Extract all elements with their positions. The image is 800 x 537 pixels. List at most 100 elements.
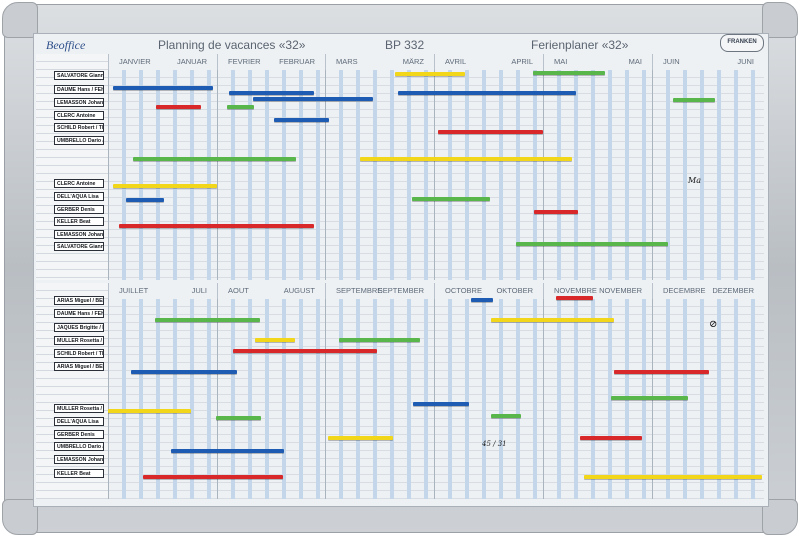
month-name-fr: MARS	[336, 57, 358, 66]
employee-name-card[interactable]: JAQUES Brigitte / LOMBARDO Pia	[54, 323, 104, 332]
month-name-de: APRIL	[511, 57, 533, 66]
red-vacation-marker[interactable]	[556, 296, 593, 300]
green-vacation-marker[interactable]	[533, 71, 605, 75]
yellow-vacation-marker[interactable]	[108, 409, 191, 413]
month-calendar-grid	[434, 70, 543, 280]
employee-name-card[interactable]: LEMASSON Johan	[54, 230, 104, 239]
blue-vacation-marker[interactable]	[229, 91, 314, 95]
employee-name-card[interactable]: UMBRELLO Dario / ZAUGG Céline	[54, 442, 104, 451]
month-name-de: MAI	[628, 57, 642, 66]
month-calendar-grid	[108, 299, 217, 499]
yellow-vacation-marker[interactable]	[113, 184, 217, 188]
manufacturer-logo: FRANKEN	[720, 34, 764, 52]
month-name-fr: JUILLET	[119, 286, 149, 295]
employee-name-card[interactable]: CLERC Antoine	[54, 111, 104, 120]
month-name-fr: AVRIL	[445, 57, 467, 66]
month-name-fr: NOVEMBRE	[554, 286, 597, 295]
employee-name-card[interactable]: SCHILD Robert / THIEL André	[54, 123, 104, 132]
month-calendar-grid	[543, 70, 652, 280]
month-calendar-grid	[325, 70, 434, 280]
employee-name-card[interactable]: GERBER Denis	[54, 430, 104, 439]
employee-name-card[interactable]: UMBRELLO Dario / ZAUGG Céline	[54, 136, 104, 145]
month-name-de: AUGUST	[283, 286, 315, 295]
blue-vacation-marker[interactable]	[113, 86, 213, 90]
board-title-fr: Planning de vacances «32»	[158, 38, 306, 52]
green-vacation-marker[interactable]	[412, 197, 490, 201]
month-name-de: OKTOBER	[496, 286, 533, 295]
green-vacation-marker[interactable]	[516, 242, 668, 246]
month-header: JUIN JUNI	[652, 54, 764, 70]
month-header: FEVRIER FEBRUAR	[217, 54, 325, 70]
month-calendar-grid	[217, 70, 325, 280]
handwritten-note: Ma	[688, 176, 701, 185]
red-vacation-marker[interactable]	[143, 475, 283, 479]
red-vacation-marker[interactable]	[119, 224, 314, 228]
month-header: AVRIL APRIL	[434, 54, 543, 70]
red-vacation-marker[interactable]	[438, 130, 543, 134]
employee-name-card[interactable]: KELLER Beat	[54, 217, 104, 226]
yellow-vacation-marker[interactable]	[491, 318, 614, 322]
green-vacation-marker[interactable]	[673, 98, 715, 102]
employee-name-card[interactable]: KELLER Beat	[54, 469, 104, 478]
board-title-de: Ferienplaner «32»	[531, 38, 629, 52]
month-name-de: NOVEMBER	[599, 286, 642, 295]
employee-name-card[interactable]: SALVATORE Gianni	[54, 71, 104, 80]
blue-vacation-marker[interactable]	[471, 298, 493, 302]
employee-name-card[interactable]: DELL'AQUA Lisa	[54, 417, 104, 426]
red-vacation-marker[interactable]	[156, 105, 201, 109]
employee-name-card[interactable]: SALVATORE Gianni	[54, 242, 104, 251]
employee-name-card[interactable]: DAUME Hans / FEHR Anita	[54, 85, 104, 94]
red-vacation-marker[interactable]	[534, 210, 578, 214]
yellow-vacation-marker[interactable]	[395, 72, 465, 76]
month-name-fr: OCTOBRE	[445, 286, 482, 295]
blue-vacation-marker[interactable]	[413, 402, 469, 406]
month-header: JUILLET JULI	[108, 283, 217, 299]
blue-vacation-marker[interactable]	[126, 198, 164, 202]
blue-vacation-marker[interactable]	[171, 449, 284, 453]
month-header: OCTOBRE OKTOBER	[434, 283, 543, 299]
employee-name-card[interactable]: LEMASSON Johan	[54, 455, 104, 464]
month-name-de: DEZEMBER	[712, 286, 754, 295]
yellow-vacation-marker[interactable]	[328, 436, 393, 440]
month-header: JANVIER JANUAR	[108, 54, 217, 70]
employee-name-card[interactable]: LEMASSON Johan	[54, 98, 104, 107]
green-vacation-marker[interactable]	[227, 105, 254, 109]
green-vacation-marker[interactable]	[339, 338, 420, 342]
yellow-vacation-marker[interactable]	[255, 338, 295, 342]
month-header: MARS MÄRZ	[325, 54, 434, 70]
handwritten-note: ⊘	[709, 319, 718, 330]
month-header: MAI MAI	[543, 54, 652, 70]
month-name-fr: SEPTEMBRE	[336, 286, 383, 295]
red-vacation-marker[interactable]	[614, 370, 709, 374]
blue-vacation-marker[interactable]	[131, 370, 237, 374]
board-title-code: BP 332	[385, 38, 425, 52]
yellow-vacation-marker[interactable]	[584, 475, 762, 479]
green-vacation-marker[interactable]	[491, 414, 521, 418]
green-vacation-marker[interactable]	[216, 416, 261, 420]
employee-name-card[interactable]: MULLER Rosetta / RODUIT Daniel	[54, 404, 104, 413]
employee-name-card[interactable]: DELL'AQUA Lisa	[54, 192, 104, 201]
month-name-fr: JANVIER	[119, 57, 151, 66]
employee-name-card[interactable]: GERBER Denis	[54, 205, 104, 214]
employee-name-card[interactable]: MULLER Rosetta / RODUIT Daniel	[54, 336, 104, 345]
employee-name-card[interactable]: CLERC Antoine	[54, 179, 104, 188]
employee-name-card[interactable]: DAUME Hans / FEHR Anita	[54, 309, 104, 318]
blue-vacation-marker[interactable]	[253, 97, 373, 101]
handwritten-note: 45 / 31	[482, 440, 507, 448]
red-vacation-marker[interactable]	[233, 349, 377, 353]
employee-name-card[interactable]: ARIAS Miguel / BERTRAND Yvette	[54, 362, 104, 371]
brand-logo: Beoffice	[46, 38, 86, 52]
blue-vacation-marker[interactable]	[274, 118, 329, 122]
month-header: SEPTEMBRE SEPTEMBER	[325, 283, 434, 299]
employee-name-card[interactable]: ARIAS Miguel / BERTRAND Yvette	[54, 296, 104, 305]
blue-vacation-marker[interactable]	[398, 91, 576, 95]
employee-name-card[interactable]: SCHILD Robert / THIEL André	[54, 349, 104, 358]
red-vacation-marker[interactable]	[580, 436, 642, 440]
yellow-vacation-marker[interactable]	[360, 157, 572, 161]
month-calendar-grid	[434, 299, 543, 499]
green-vacation-marker[interactable]	[155, 318, 260, 322]
month-name-fr: AOUT	[228, 286, 249, 295]
green-vacation-marker[interactable]	[133, 157, 296, 161]
green-vacation-marker[interactable]	[611, 396, 688, 400]
month-name-de: MÄRZ	[402, 57, 424, 66]
